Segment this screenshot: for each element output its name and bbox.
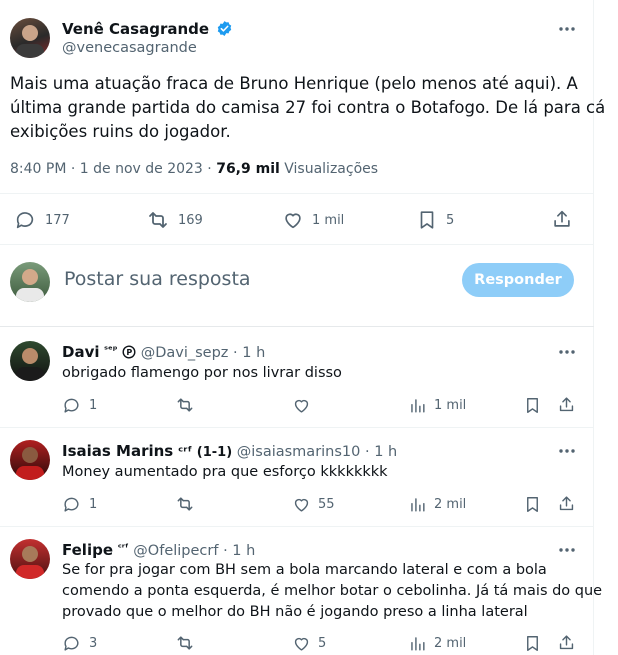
meta-separator: · xyxy=(365,444,370,460)
reply-author-name[interactable]: Davi xyxy=(62,343,100,361)
reply-author-name[interactable]: Felipe xyxy=(62,541,113,559)
reply-text-line: Money aumentado pra que esforço kkkkkkkk xyxy=(62,464,388,480)
share-icon[interactable] xyxy=(557,494,576,513)
reply-time[interactable]: 1 h xyxy=(374,444,397,460)
meta-separator: · xyxy=(223,543,228,559)
circled-p-icon: P xyxy=(122,345,136,359)
reply-header: Isaias Marins ᶜʳᶠ (1-1) @isaiasmarins10 … xyxy=(62,442,397,460)
author-handle[interactable]: @venecasagrande xyxy=(62,40,197,56)
reply-author-suffix: ˢᵉᵖ xyxy=(104,345,118,356)
reply-avatar[interactable] xyxy=(10,341,50,381)
author-name-row[interactable]: Venê Casagrande xyxy=(62,19,233,38)
reply-author-suffix: ᶜʳᶠ (1-1) xyxy=(177,445,233,460)
post-text: Mais uma atuação fraca de Bruno Henrique… xyxy=(10,72,605,144)
more-options-icon[interactable] xyxy=(557,345,577,359)
reply-text: obrigado flamengo por nos livrar disso xyxy=(62,363,342,384)
meta-separator: · xyxy=(207,161,217,177)
section-divider xyxy=(0,326,594,327)
reply-composer-input[interactable]: Postar sua resposta xyxy=(64,268,251,290)
bookmark-icon[interactable] xyxy=(523,495,542,514)
reply-icon[interactable] xyxy=(62,396,81,415)
post-time[interactable]: 8:40 PM xyxy=(10,161,66,177)
meta-separator: · xyxy=(70,161,80,177)
repost-icon[interactable] xyxy=(175,494,195,514)
reply-icon[interactable] xyxy=(14,209,36,231)
more-options-icon[interactable] xyxy=(557,22,577,36)
bookmark-count: 5 xyxy=(446,213,455,228)
reply-text-line: Se for pra jogar com BH sem a bola marca… xyxy=(62,562,547,578)
responder-button[interactable]: Responder xyxy=(462,263,574,297)
author-name[interactable]: Venê Casagrande xyxy=(62,20,209,38)
divider xyxy=(0,244,594,245)
reply-count: 3 xyxy=(89,636,98,651)
reply-handle[interactable]: @Ofelipecrf xyxy=(133,543,218,559)
reply-handle[interactable]: @Davi_sepz xyxy=(141,345,229,361)
divider xyxy=(0,427,594,428)
like-heart-icon[interactable] xyxy=(292,634,311,653)
verified-badge-icon xyxy=(216,20,233,37)
reply-handle[interactable]: @isaiasmarins10 xyxy=(237,444,361,460)
reply-header: Felipe ᶜʳᶠ @Ofelipecrf · 1 h xyxy=(62,541,255,559)
like-heart-icon[interactable] xyxy=(292,495,311,514)
reply-time[interactable]: 1 h xyxy=(232,543,255,559)
repost-icon[interactable] xyxy=(146,208,170,232)
post-meta: 8:40 PM · 1 de nov de 2023 · 76,9 mil Vi… xyxy=(10,161,378,177)
reply-text-line: provado que o melhor do BH não é jogando… xyxy=(62,604,528,620)
reply-count: 1 xyxy=(89,497,98,512)
reply-author-name[interactable]: Isaias Marins xyxy=(62,442,173,460)
reply-text: Money aumentado pra que esforço kkkkkkkk xyxy=(62,462,388,483)
meta-separator: · xyxy=(233,345,238,361)
reply-count: 177 xyxy=(45,213,70,228)
views-count: 2 mil xyxy=(434,497,467,512)
reply-count: 1 xyxy=(89,398,98,413)
views-count: 2 mil xyxy=(434,636,467,651)
reply-text-line: comendo a ponta esquerda, é melhor botar… xyxy=(62,583,603,599)
like-heart-icon[interactable] xyxy=(282,209,304,231)
reply-author-suffix: ᶜʳᶠ xyxy=(117,543,129,554)
divider xyxy=(0,193,594,194)
reply-avatar[interactable] xyxy=(10,539,50,579)
like-count: 55 xyxy=(318,497,335,512)
svg-text:P: P xyxy=(127,348,133,357)
like-count: 5 xyxy=(318,636,327,651)
author-avatar[interactable] xyxy=(10,18,50,58)
like-count: 1 mil xyxy=(312,213,345,228)
post-text-line: exibições ruins do jogador. xyxy=(10,122,231,141)
reply-time[interactable]: 1 h xyxy=(242,345,265,361)
views-bar-chart-icon[interactable] xyxy=(408,396,427,415)
views-label: Visualizações xyxy=(284,161,379,177)
user-avatar[interactable] xyxy=(10,262,50,302)
post-date[interactable]: 1 de nov de 2023 xyxy=(80,161,203,177)
share-icon[interactable] xyxy=(551,208,573,230)
reply-text: Se for pra jogar com BH sem a bola marca… xyxy=(62,560,602,623)
repost-icon[interactable] xyxy=(175,395,195,415)
more-options-icon[interactable] xyxy=(557,444,577,458)
post-text-line: última grande partida do camisa 27 foi c… xyxy=(10,98,606,117)
bookmark-icon[interactable] xyxy=(523,396,542,415)
views-count: 1 mil xyxy=(434,398,467,413)
share-icon[interactable] xyxy=(557,633,576,652)
reply-icon[interactable] xyxy=(62,634,81,653)
reply-avatar[interactable] xyxy=(10,440,50,480)
views-count: 76,9 mil xyxy=(216,161,280,177)
bookmark-icon[interactable] xyxy=(523,634,542,653)
share-icon[interactable] xyxy=(557,395,576,414)
reply-text-line: obrigado flamengo por nos livrar disso xyxy=(62,365,342,381)
divider xyxy=(0,526,594,527)
post-text-line: Mais uma atuação fraca de Bruno Henrique… xyxy=(10,74,578,93)
repost-icon[interactable] xyxy=(175,633,195,653)
reply-icon[interactable] xyxy=(62,495,81,514)
bookmark-icon[interactable] xyxy=(416,209,438,231)
like-heart-icon[interactable] xyxy=(292,396,311,415)
repost-count: 169 xyxy=(178,213,203,228)
views-bar-chart-icon[interactable] xyxy=(408,495,427,514)
more-options-icon[interactable] xyxy=(557,543,577,557)
views-bar-chart-icon[interactable] xyxy=(408,634,427,653)
reply-header: Davi ˢᵉᵖ P @Davi_sepz · 1 h xyxy=(62,343,265,361)
